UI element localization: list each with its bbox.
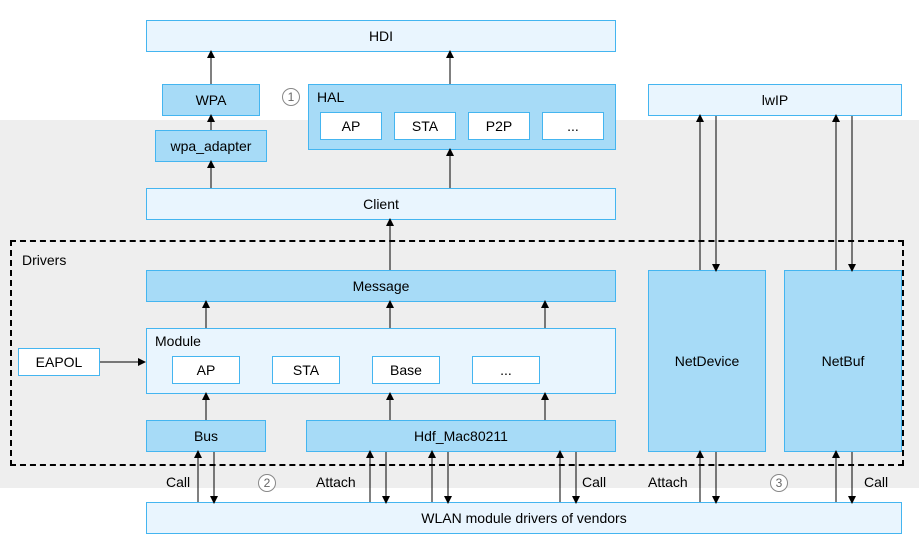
wpa-adapter-label: wpa_adapter [171,138,252,154]
hal-sta-label: STA [412,118,438,134]
hal-ap-label: AP [342,118,361,134]
message-box: Message [146,270,616,302]
hal-sta: STA [394,112,456,140]
client-label: Client [363,196,399,212]
hal-p2p: P2P [468,112,530,140]
module-sta: STA [272,356,340,384]
eapol-label: EAPOL [36,354,83,370]
hal-title: HAL [317,89,344,105]
edge-attach-b: Attach [648,474,688,490]
vendors-box: WLAN module drivers of vendors [146,502,902,534]
netdevice-box: NetDevice [648,270,766,452]
lwip-label: lwIP [762,92,788,108]
bus-box: Bus [146,420,266,452]
hdi-label: HDI [369,28,393,44]
edge-call-c: Call [864,474,888,490]
wpa-adapter-box: wpa_adapter [155,130,267,162]
hdi-box: HDI [146,20,616,52]
eapol-box: EAPOL [18,348,100,376]
module-ap-label: AP [197,362,216,378]
drivers-label: Drivers [22,252,66,268]
annotation-3-label: 3 [776,476,783,490]
bus-label: Bus [194,428,218,444]
vendors-label: WLAN module drivers of vendors [421,510,626,526]
annotation-2-label: 2 [264,476,271,490]
hdfmac-label: Hdf_Mac80211 [414,428,508,444]
module-more: ... [472,356,540,384]
hal-more-label: ... [567,118,579,134]
wpa-box: WPA [162,84,260,116]
client-box: Client [146,188,616,220]
module-more-label: ... [500,362,512,378]
edge-attach-a: Attach [316,474,356,490]
netbuf-label: NetBuf [822,353,865,369]
hal-p2p-label: P2P [486,118,512,134]
lwip-box: lwIP [648,84,902,116]
module-base-label: Base [390,362,422,378]
edge-call-a: Call [166,474,190,490]
hal-ap: AP [320,112,382,140]
hdfmac-box: Hdf_Mac80211 [306,420,616,452]
wpa-label: WPA [196,92,227,108]
module-base: Base [372,356,440,384]
message-label: Message [353,278,410,294]
netbuf-box: NetBuf [784,270,902,452]
netdevice-label: NetDevice [675,353,740,369]
annotation-1: 1 [282,88,300,106]
hal-more: ... [542,112,604,140]
edge-call-b: Call [582,474,606,490]
annotation-2: 2 [258,474,276,492]
module-ap: AP [172,356,240,384]
module-sta-label: STA [293,362,319,378]
annotation-1-label: 1 [288,90,295,104]
annotation-3: 3 [770,474,788,492]
module-title: Module [155,333,201,349]
